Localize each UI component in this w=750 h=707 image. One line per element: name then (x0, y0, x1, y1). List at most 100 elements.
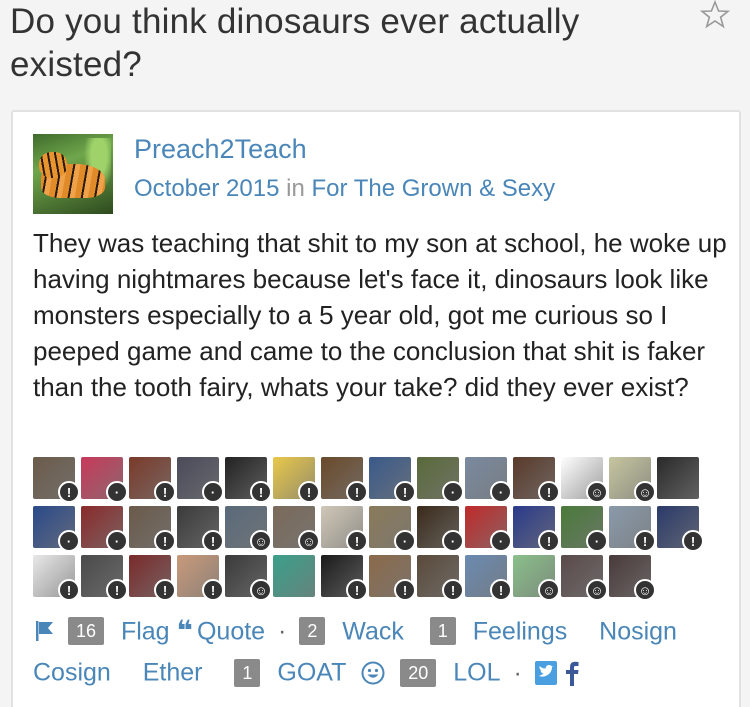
reaction-badge-icon: · (394, 530, 416, 552)
reaction-avatars: ! ·! ·!!!! · ·! ☺ ☺ · ·!! ☺ ☺! · · ·! ·!!!!!! ☺!!!! ☺ ☺ ☺ (33, 457, 723, 604)
reactor-avatar[interactable]: · (81, 506, 128, 552)
lol-count: 20 (400, 658, 437, 687)
reactor-avatar[interactable]: ! (81, 555, 128, 601)
reaction-badge-icon: ! (394, 579, 416, 601)
reactor-avatar[interactable]: ☺ (609, 555, 656, 601)
reaction-badge-icon: ! (346, 481, 368, 503)
separator-dot: · (278, 617, 287, 646)
reaction-badge-icon: ☺ (250, 530, 272, 552)
wack-button[interactable]: Wack (342, 617, 404, 645)
ether-button[interactable]: Ether (143, 659, 203, 687)
reaction-badge-icon: ! (154, 579, 176, 601)
reaction-badge-icon: ! (634, 530, 656, 552)
reactor-avatar[interactable]: ! (321, 555, 368, 601)
in-word: in (286, 175, 305, 202)
reactor-avatar[interactable]: ! (33, 555, 80, 601)
reactor-avatar[interactable]: ! (465, 555, 512, 601)
bookmark-star-icon[interactable] (700, 0, 730, 30)
user-avatar[interactable] (33, 134, 113, 214)
reactor-avatar[interactable]: ! (129, 555, 176, 601)
reactor-avatar[interactable]: · (465, 506, 512, 552)
reactor-avatar[interactable]: ☺ (273, 506, 320, 552)
post-meta: October 2015 in For The Grown & Sexy (134, 175, 555, 203)
post-body: They was teaching that shit to my son at… (33, 228, 727, 402)
quote-icon[interactable]: ❝ (177, 615, 193, 646)
reaction-badge-icon: ☺ (634, 579, 656, 601)
reactor-avatar[interactable]: ! (513, 457, 560, 503)
reactor-avatar[interactable]: ! (369, 457, 416, 503)
reactor-avatar[interactable]: · (177, 457, 224, 503)
post-card: Preach2Teach October 2015 in For The Gro… (11, 110, 741, 707)
goat-button[interactable]: GOAT (277, 659, 346, 687)
quote-button[interactable]: Quote (197, 617, 265, 645)
reactor-avatar[interactable]: ☺ (561, 555, 608, 601)
reaction-badge-icon: ☺ (298, 530, 320, 552)
flag-count: 16 (67, 617, 104, 646)
reaction-badge-icon: ! (202, 579, 224, 601)
reactor-avatar[interactable]: · (369, 506, 416, 552)
reactor-avatar[interactable]: ! (129, 506, 176, 552)
reactor-avatar[interactable]: · (417, 506, 464, 552)
reactor-avatar[interactable]: ☺ (609, 457, 656, 503)
feelings-button[interactable]: Feelings (473, 617, 568, 645)
reactor-avatar[interactable]: ! (177, 555, 224, 601)
reactor-avatar[interactable]: ! (321, 506, 368, 552)
reactor-avatar[interactable]: ! (33, 457, 80, 503)
reaction-row: ! ·! ·!!!! · ·! ☺ ☺ (33, 457, 723, 503)
twitter-icon[interactable] (534, 660, 557, 685)
reactor-avatar[interactable]: ! (513, 506, 560, 552)
reactor-avatar[interactable]: ! (417, 555, 464, 601)
reactor-avatar[interactable]: ! (609, 506, 656, 552)
reactor-avatar[interactable] (657, 457, 699, 499)
reaction-badge-icon: ! (202, 530, 224, 552)
reactor-avatar[interactable]: · (81, 457, 128, 503)
reactor-avatar[interactable]: · (33, 506, 80, 552)
reactor-avatar[interactable]: ☺ (225, 555, 272, 601)
reactor-avatar[interactable]: ☺ (513, 555, 560, 601)
reaction-badge-icon: ! (106, 579, 128, 601)
reaction-badge-icon: ! (154, 530, 176, 552)
reaction-badge-icon: · (202, 481, 224, 503)
reactor-avatar[interactable]: ! (129, 457, 176, 503)
reaction-row: · ·!! ☺ ☺! · · ·! ·!! (33, 506, 723, 552)
nosign-button[interactable]: Nosign (599, 617, 677, 645)
reactor-avatar[interactable]: ! (177, 506, 224, 552)
reaction-badge-icon: ☺ (634, 481, 656, 503)
reactor-avatar[interactable]: ☺ (225, 506, 272, 552)
cosign-button[interactable]: Cosign (33, 659, 111, 687)
reaction-row: !!!! ☺!!!! ☺ ☺ ☺ (33, 555, 723, 601)
wack-count: 2 (299, 617, 326, 646)
reaction-badge-icon: ☺ (586, 579, 608, 601)
reaction-badge-icon: ☺ (250, 579, 272, 601)
reactor-avatar[interactable]: ! (321, 457, 368, 503)
facebook-icon[interactable] (564, 660, 580, 686)
reaction-badge-icon: · (106, 530, 128, 552)
post-username[interactable]: Preach2Teach (134, 134, 307, 165)
reaction-badge-icon: ☺ (538, 579, 560, 601)
post-date[interactable]: October 2015 (134, 175, 279, 202)
lol-button[interactable]: LOL (453, 659, 500, 687)
reaction-badge-icon: ! (298, 481, 320, 503)
reaction-badge-icon: ! (154, 481, 176, 503)
reactor-avatar[interactable]: ! (273, 457, 320, 503)
reaction-badge-icon: ! (538, 481, 560, 503)
reaction-badge-icon: · (106, 481, 128, 503)
separator-dot-2: · (513, 658, 522, 687)
reaction-badge-icon: ! (682, 530, 704, 552)
feelings-count: 1 (429, 617, 456, 646)
reactor-avatar[interactable]: · (561, 506, 608, 552)
flag-button[interactable]: Flag (121, 617, 170, 645)
reactor-avatar[interactable]: ! (225, 457, 272, 503)
reactor-avatar[interactable]: ! (657, 506, 704, 552)
reaction-badge-icon: · (586, 530, 608, 552)
post-category[interactable]: For The Grown & Sexy (311, 175, 555, 202)
reactor-avatar[interactable]: ☺ (561, 457, 608, 503)
reactor-avatar[interactable]: ! (369, 555, 416, 601)
reaction-badge-icon: ! (346, 579, 368, 601)
tiger-head (39, 152, 67, 178)
reactor-avatar[interactable] (273, 555, 315, 597)
reaction-badge-icon: ! (538, 530, 560, 552)
reactor-avatar[interactable]: · (417, 457, 464, 503)
flag-icon[interactable] (33, 618, 61, 644)
reactor-avatar[interactable]: · (465, 457, 512, 503)
